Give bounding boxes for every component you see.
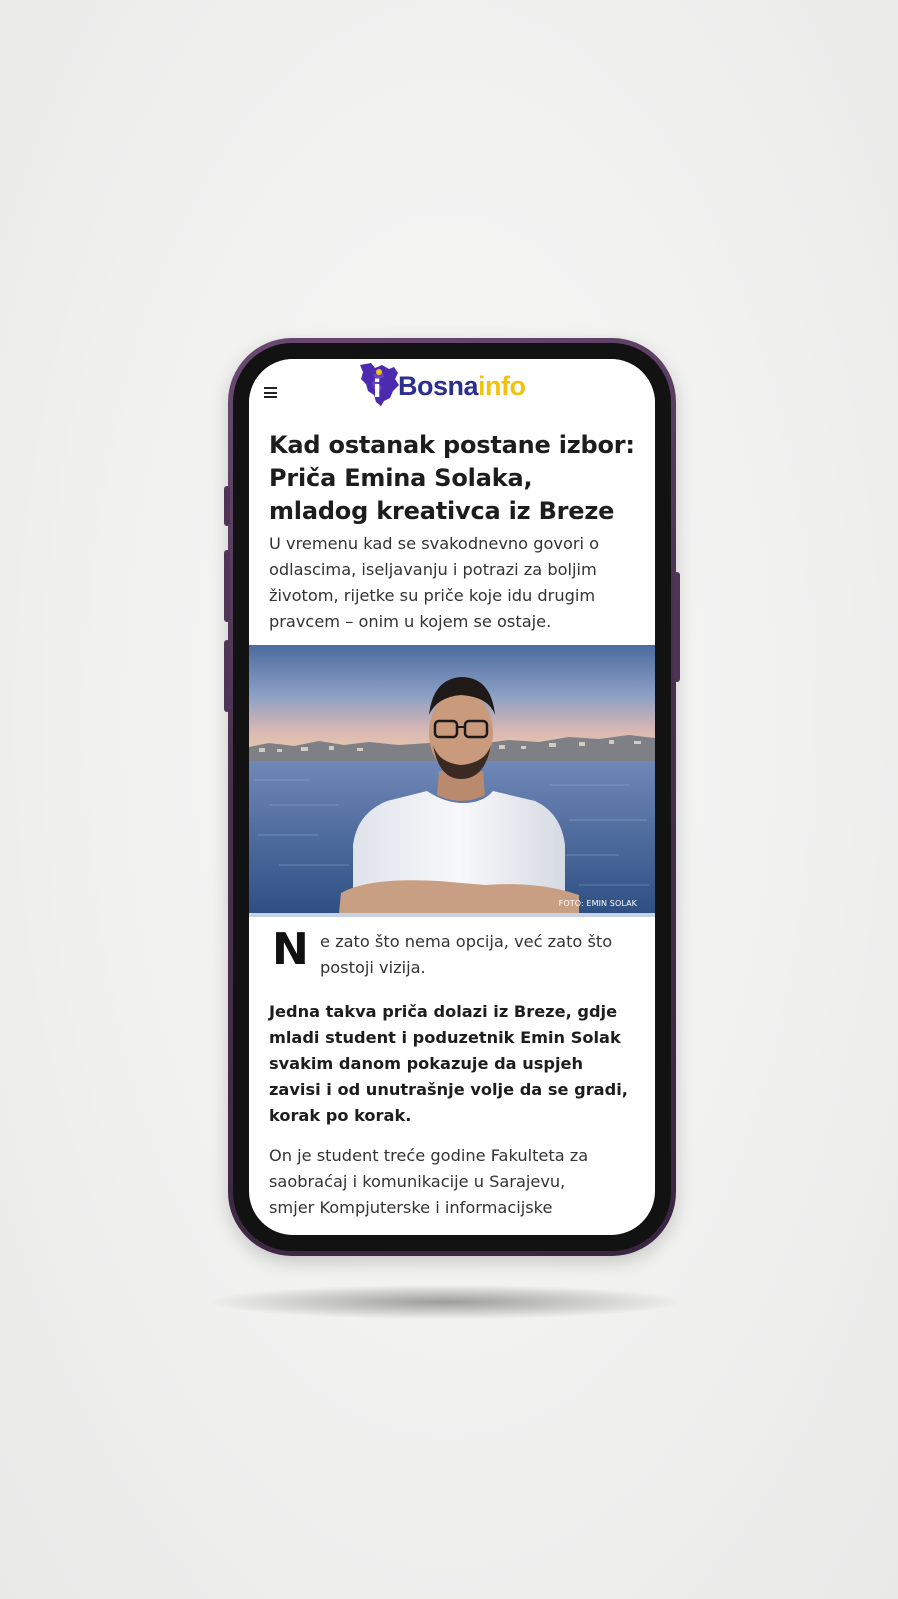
logo-wordmark-bosna: Bosna [398,370,479,401]
headline-line: Priča Emina Solaka, [269,464,533,492]
phone-action-button [224,486,230,526]
lead-line: pravcem – onim u kojem se ostaje. [269,612,552,631]
phone-screen: i Bosnainfo Kad ostanak postane izbor: Pr… [249,359,655,1235]
logo-wordmark: Bosnainfo [398,371,526,402]
bosnia-map-logo-icon: i [357,361,401,407]
lead-line: U vremenu kad se svakodnevno govori o [269,534,600,553]
paragraph-line: korak po korak. [269,1106,412,1125]
article-first-paragraph: e zato što nema opcija, već zato što post… [320,929,640,981]
site-logo[interactable]: i Bosnainfo [357,359,526,409]
phone-volume-up-button [224,550,230,622]
article-lead: U vremenu kad se svakodnevno govori o odl… [269,531,639,635]
phone-volume-down-button [224,640,230,712]
phone-mockup: i Bosnainfo Kad ostanak postane izbor: Pr… [224,338,680,1256]
paragraph-line: Jedna takva priča dolazi iz Breze, gdje [269,1002,618,1021]
paragraph-line: On je student treće godine Fakulteta za [269,1146,589,1165]
hamburger-menu-icon[interactable] [264,387,277,398]
paragraph-line: zavisi i od unutrašnje volje da se gradi… [269,1080,628,1099]
article-hero-image[interactable]: FOTO: EMIN SOLAK [249,645,655,913]
paragraph-line: smjer Kompjuterske i informacijske [269,1198,553,1217]
photo-credit: FOTO: EMIN SOLAK [558,899,637,908]
phone-power-button [674,572,680,682]
headline-line: Kad ostanak postane izbor: [269,431,635,459]
article-headline: Kad ostanak postane izbor: Priča Emina So… [269,429,641,528]
paragraph-line: saobraćaj i komunikacije u Sarajevu, [269,1172,566,1191]
phone-shadow [210,1285,680,1319]
hero-photo [249,645,655,913]
article-body-paragraph: On je student treće godine Fakulteta za s… [269,1143,641,1221]
logo-mark-letter: i [373,375,381,403]
paragraph-line: e zato što nema opcija, već zato što [320,932,613,951]
image-caption-bar [249,913,655,917]
lead-line: životom, rijetke su priče koje idu drugi… [269,586,596,605]
paragraph-line: svakim danom pokazuje da uspjeh [269,1054,584,1073]
headline-line: mladog kreativca iz Breze [269,497,615,525]
lead-line: odlascima, iseljavanju i potrazi za bolj… [269,560,597,579]
logo-wordmark-info: info [478,370,526,401]
article-bold-paragraph: Jedna takva priča dolazi iz Breze, gdje m… [269,999,641,1129]
site-header: i Bosnainfo [249,359,655,417]
paragraph-line: mladi student i poduzetnik Emin Solak [269,1028,621,1047]
drop-cap: N [272,924,309,975]
paragraph-line: postoji vizija. [320,958,426,977]
